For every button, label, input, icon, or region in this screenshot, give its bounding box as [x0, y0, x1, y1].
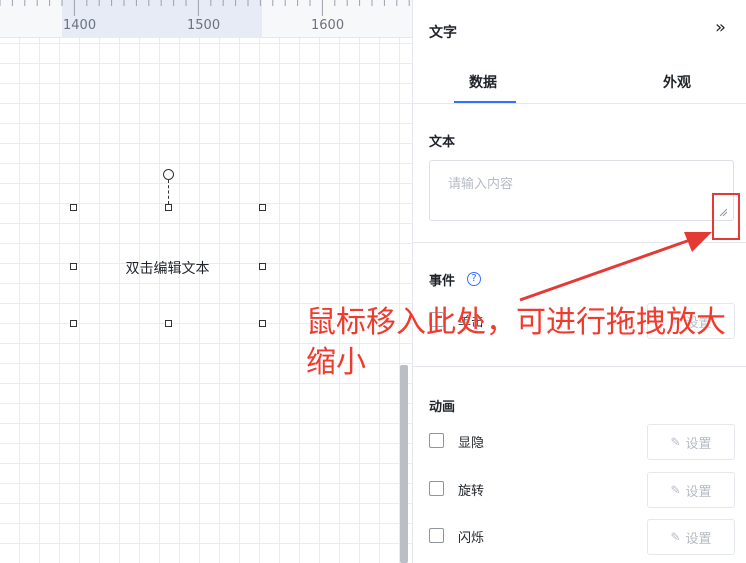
settings-button-label: 设置 — [685, 436, 712, 452]
animation-visibility-settings-button[interactable]: ✎ 设置 — [647, 424, 735, 460]
tab-data[interactable]: 数据 — [469, 72, 497, 92]
rotate-handle[interactable] — [163, 169, 174, 180]
text-content-textarea[interactable]: 请输入内容 — [429, 160, 734, 221]
settings-button-label: 设置 — [685, 531, 712, 547]
horizontal-ruler: 1400 1500 1600 — [0, 0, 412, 38]
active-tab-indicator — [454, 101, 516, 103]
resize-handle-bottom[interactable] — [165, 320, 172, 327]
ruler-label-1600: 1600 — [311, 18, 345, 33]
animation-visibility-label: 显隐 — [458, 436, 485, 451]
pen-icon: ✎ — [670, 483, 681, 497]
resize-handle-left[interactable] — [70, 263, 77, 270]
animation-row-rotate: 旋转 ✎ 设置 — [429, 472, 735, 508]
resize-handle-top[interactable] — [165, 204, 172, 211]
text-widget-content[interactable]: 双击编辑文本 — [73, 258, 262, 278]
panel-scrollbar[interactable] — [400, 365, 408, 563]
ruler-label-1400: 1400 — [63, 18, 97, 33]
property-panel: 文字 » 数据 外观 文本 请输入内容 事件 ? 单击 ✎ 设置 动画 显隐 ✎… — [412, 0, 746, 563]
animation-rotate-checkbox[interactable] — [429, 481, 444, 496]
animation-blink-label: 闪烁 — [458, 531, 485, 546]
resize-handle-right[interactable] — [259, 263, 266, 270]
textarea-placeholder: 请输入内容 — [448, 177, 514, 192]
tab-appearance[interactable]: 外观 — [663, 72, 691, 92]
ruler-label-1500: 1500 — [187, 18, 221, 33]
animation-rotate-label: 旋转 — [458, 484, 485, 499]
animation-blink-settings-button[interactable]: ✎ 设置 — [647, 519, 735, 555]
events-section-label: 事件 — [429, 274, 456, 289]
animation-section-label: 动画 — [429, 400, 456, 415]
text-widget[interactable]: 双击编辑文本 — [70, 204, 266, 327]
text-section-label: 文本 — [429, 135, 456, 150]
animation-row-blink: 闪烁 ✎ 设置 — [429, 519, 735, 555]
resize-handle-bottom-right[interactable] — [259, 320, 266, 327]
editor-canvas[interactable]: 1400 1500 1600 双击编辑文本 — [0, 0, 412, 563]
panel-tabs: 数据 外观 — [413, 60, 746, 104]
annotation-text: 鼠标移入此处，可进行拖拽放大缩小 — [306, 305, 726, 380]
pen-icon: ✎ — [670, 435, 681, 449]
resize-handle-top-left[interactable] — [70, 204, 77, 211]
resize-handle-top-right[interactable] — [259, 204, 266, 211]
panel-title: 文字 — [429, 25, 457, 41]
resize-handle-bottom-left[interactable] — [70, 320, 77, 327]
animation-row-visibility: 显隐 ✎ 设置 — [429, 424, 735, 460]
collapse-panel-icon[interactable]: » — [715, 17, 726, 38]
animation-visibility-checkbox[interactable] — [429, 433, 444, 448]
settings-button-label: 设置 — [685, 484, 712, 500]
rotation-guide-line — [168, 180, 169, 204]
highlight-box — [712, 193, 740, 240]
animation-blink-checkbox[interactable] — [429, 528, 444, 543]
pen-icon: ✎ — [670, 530, 681, 544]
animation-rotate-settings-button[interactable]: ✎ 设置 — [647, 472, 735, 508]
help-icon[interactable]: ? — [467, 272, 481, 286]
section-divider — [413, 242, 746, 243]
